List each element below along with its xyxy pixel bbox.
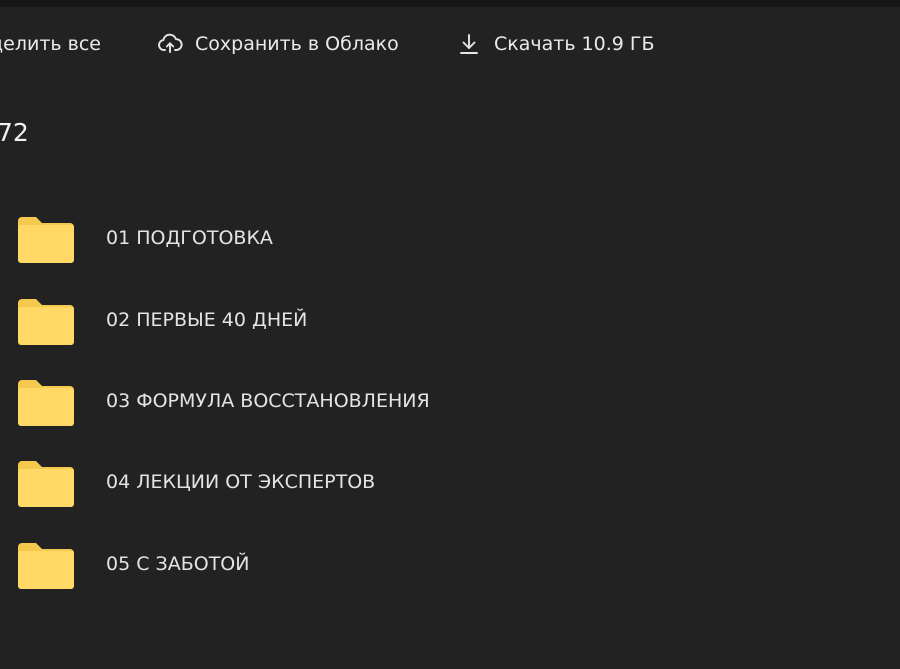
folder-name: 02 ПЕРВЫЕ 40 ДНЕЙ xyxy=(106,309,308,331)
folder-icon xyxy=(18,299,74,345)
folder-icon xyxy=(18,543,74,589)
folder-icon xyxy=(18,217,74,263)
folder-icon xyxy=(18,461,74,507)
download-label: Скачать 10.9 ГБ xyxy=(494,33,655,55)
folder-name: 05 С ЗАБОТОЙ xyxy=(106,553,250,575)
list-item[interactable]: 03 ФОРМУЛА ВОССТАНОВЛЕНИЯ xyxy=(0,362,900,444)
toolbar: делить все Сохранить в Облако Скачать 10… xyxy=(0,7,900,81)
list-item[interactable]: 04 ЛЕКЦИИ ОТ ЭКСПЕРТОВ xyxy=(0,443,900,525)
download-button[interactable]: Скачать 10.9 ГБ xyxy=(456,27,655,61)
cloud-upload-icon xyxy=(157,31,183,57)
list-item[interactable]: 02 ПЕРВЫЕ 40 ДНЕЙ xyxy=(0,281,900,363)
save-to-cloud-button[interactable]: Сохранить в Облако xyxy=(157,27,399,61)
list-item[interactable]: 05 С ЗАБОТОЙ xyxy=(0,525,900,607)
folder-icon xyxy=(18,380,74,426)
folder-name: 04 ЛЕКЦИИ ОТ ЭКСПЕРТОВ xyxy=(106,471,376,493)
folder-name: 03 ФОРМУЛА ВОССТАНОВЛЕНИЯ xyxy=(106,390,430,412)
item-count: 72 xyxy=(0,118,29,147)
select-all-button[interactable]: делить все xyxy=(0,27,101,61)
list-item[interactable]: 01 ПОДГОТОВКА xyxy=(0,199,900,281)
top-edge xyxy=(0,0,900,7)
save-to-cloud-label: Сохранить в Облако xyxy=(195,33,399,55)
download-icon xyxy=(456,31,482,57)
folder-name: 01 ПОДГОТОВКА xyxy=(106,227,273,249)
select-all-label: делить все xyxy=(0,33,101,55)
